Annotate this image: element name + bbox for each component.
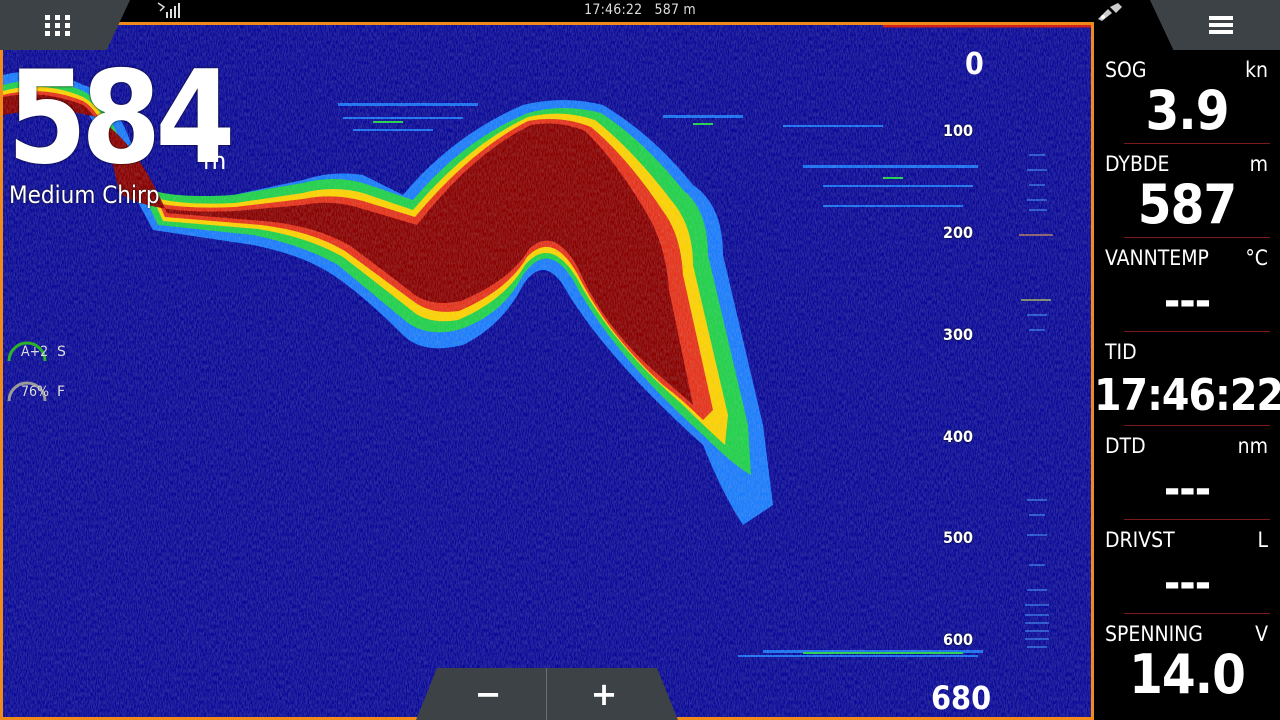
menu-icon [1209, 16, 1233, 34]
scale-tick-label: 400 [942, 427, 973, 446]
data-cell-water-temp[interactable]: VANNTEMP °C --- [1094, 238, 1280, 332]
data-cell-sog[interactable]: SOG kn 3.9 [1094, 50, 1280, 144]
data-panel: SOG kn 3.9 DYBDE m 587 VANNTEMP °C --- T… [1094, 50, 1280, 720]
scale-tick-label: 600 [942, 630, 973, 649]
cell-value: 587 [1137, 173, 1237, 236]
cell-label: TID [1105, 340, 1137, 364]
gauge-label: A+2 [21, 344, 49, 360]
scale-tick-label: 500 [942, 528, 973, 547]
status-time: 17:46:22 [584, 2, 643, 18]
cell-unit: m [1249, 152, 1268, 176]
data-cell-depth[interactable]: DYBDE m 587 [1094, 144, 1280, 238]
gauge-label: 76% [21, 384, 49, 400]
frequency-label: Medium Chirp [9, 181, 160, 209]
satellite-icon [1098, 3, 1122, 21]
data-cell-voltage[interactable]: SPENNING V 14.0 [1094, 614, 1280, 708]
scale-top-label: 0 [965, 47, 984, 82]
status-bar: 17:46:22 587 m [0, 0, 1280, 22]
zoom-out-button[interactable]: − [438, 668, 538, 720]
cell-value: 14.0 [1129, 643, 1246, 706]
scale-tick-label: 300 [942, 325, 973, 344]
status-text: 17:46:22 587 m [0, 2, 1280, 18]
zoom-in-button[interactable]: + [554, 668, 654, 720]
colorline-gauge[interactable]: 76% F [5, 371, 65, 405]
scale-bottom-label: 680 [931, 679, 992, 717]
cell-unit: °C [1245, 246, 1268, 270]
zoom-controls: − + [416, 668, 678, 720]
depth-readout: 584 [7, 44, 235, 193]
cell-label: DRIVST [1105, 528, 1175, 552]
cell-value: 17:46:22 [1094, 370, 1280, 421]
cell-unit: V [1255, 622, 1268, 646]
cell-value: --- [1163, 464, 1211, 515]
gauge-tag: F [57, 384, 66, 400]
cell-unit: kn [1245, 58, 1268, 82]
sonar-view[interactable]: 584 m Medium Chirp A+2 S 76% F 0 100 200… [0, 22, 1094, 720]
depth-unit: m [203, 147, 227, 175]
cell-value: 3.9 [1145, 79, 1229, 142]
data-cell-dtd[interactable]: DTD nm --- [1094, 426, 1280, 520]
data-cell-fuel[interactable]: DRIVST L --- [1094, 520, 1280, 614]
cell-label: DTD [1105, 434, 1146, 458]
sensitivity-gauge[interactable]: A+2 S [5, 331, 66, 365]
cell-label: SOG [1105, 58, 1147, 82]
status-depth: 587 m [654, 2, 696, 18]
apps-grid-icon [45, 15, 70, 36]
cell-value: --- [1163, 276, 1211, 327]
scale-tick-label: 200 [942, 223, 973, 242]
cell-label: VANNTEMP [1105, 246, 1209, 270]
cell-value: --- [1163, 558, 1211, 609]
cell-unit: nm [1237, 434, 1268, 458]
scale-tick-label: 100 [942, 121, 973, 140]
menu-tab[interactable] [1150, 0, 1280, 50]
zoom-divider [546, 668, 547, 720]
cell-unit: L [1257, 528, 1268, 552]
data-cell-time[interactable]: TID 17:46:22 [1094, 332, 1280, 426]
gauge-tag: S [57, 344, 66, 360]
signal-icon [157, 2, 180, 18]
